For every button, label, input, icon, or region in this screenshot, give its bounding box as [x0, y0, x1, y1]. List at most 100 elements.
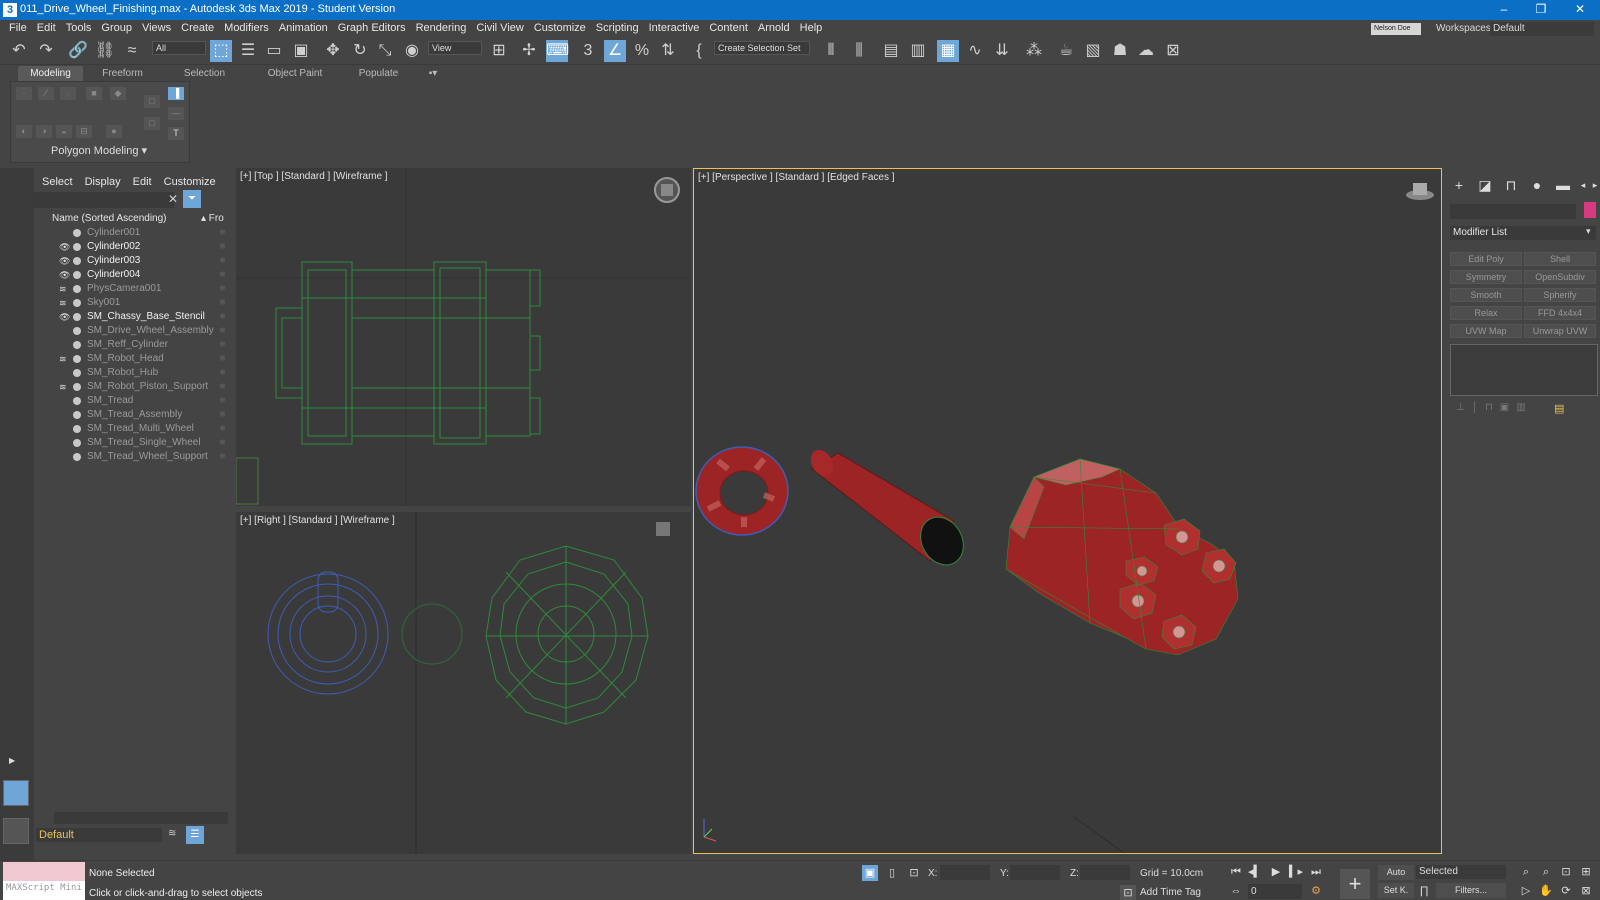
- expand-arrow-icon[interactable]: ▶: [9, 756, 21, 768]
- tab-selection[interactable]: Selection: [172, 66, 237, 81]
- y-coord-field[interactable]: [1010, 865, 1060, 880]
- object-color-swatch[interactable]: [1584, 202, 1596, 218]
- unlink-icon[interactable]: ⛓: [94, 40, 116, 62]
- viewport-top[interactable]: [+] [Top ] [Standard ] [Wireframe ]: [236, 168, 691, 506]
- select-object-icon[interactable]: ⬚: [210, 40, 232, 62]
- freeze-toggle-icon[interactable]: ❄: [219, 450, 226, 464]
- modify-tab-icon[interactable]: ◪: [1476, 176, 1494, 194]
- ribbon-layout-icon[interactable]: —: [167, 106, 185, 121]
- ribbon-pin-icon[interactable]: ▐: [167, 86, 185, 101]
- visibility-toggle-icon[interactable]: 👁: [59, 310, 71, 324]
- horizontal-scrollbar[interactable]: [54, 812, 228, 824]
- column-header[interactable]: Name (Sorted Ascending) ▴ Fro: [52, 213, 230, 226]
- element-icon[interactable]: ◆: [109, 86, 127, 101]
- visibility-toggle-icon[interactable]: ≋: [59, 282, 71, 296]
- scroll-right-icon[interactable]: ▸: [1586, 176, 1600, 194]
- freeze-toggle-icon[interactable]: ❄: [219, 296, 226, 310]
- menu-modifiers[interactable]: Modifiers: [219, 20, 274, 34]
- freeze-toggle-icon[interactable]: ❄: [219, 436, 226, 450]
- menu-file[interactable]: File: [4, 20, 32, 34]
- percent-snap-icon[interactable]: %: [631, 40, 653, 62]
- tab-freeform[interactable]: Freeform: [90, 66, 155, 81]
- render-setup-icon[interactable]: ☕: [1055, 40, 1077, 62]
- modify-mode-icon[interactable]: ◐: [15, 124, 33, 139]
- hierarchy-tab-icon[interactable]: ⊓: [1502, 176, 1520, 194]
- freeze-toggle-icon[interactable]: ❄: [219, 324, 226, 338]
- keyboard-shortcut-icon[interactable]: ⌨: [546, 40, 569, 62]
- scene-object-row[interactable]: Cylinder001 ❄: [54, 226, 230, 240]
- menu-help[interactable]: Help: [795, 20, 828, 34]
- menu-animation[interactable]: Animation: [274, 20, 333, 34]
- scene-object-row[interactable]: 👁 Cylinder004 ❄: [54, 268, 230, 282]
- orbit-icon[interactable]: ⟳: [1558, 883, 1574, 899]
- modifier-list-dropdown[interactable]: Modifier List: [1450, 226, 1596, 240]
- visibility-toggle-icon[interactable]: ≋: [59, 296, 71, 310]
- selection-filter-dropdown[interactable]: All: [152, 41, 206, 55]
- scene-object-row[interactable]: ≋ SM_Robot_Head ❄: [54, 352, 230, 366]
- display-tab-icon[interactable]: ▬: [1554, 176, 1572, 194]
- scene-object-row[interactable]: SM_Tread_Multi_Wheel ❄: [54, 422, 230, 436]
- border-icon[interactable]: ◌: [59, 86, 77, 101]
- frozen-column-header[interactable]: ▴ Fro: [201, 213, 224, 224]
- modifier-unwrap-uvw-button[interactable]: Unwrap UVW: [1524, 324, 1596, 338]
- scene-object-row[interactable]: SM_Tread_Single_Wheel ❄: [54, 436, 230, 450]
- menu-edit[interactable]: Edit: [32, 20, 61, 34]
- freeze-toggle-icon[interactable]: ❄: [219, 338, 226, 352]
- select-scale-icon[interactable]: ⤡: [374, 40, 396, 62]
- menu-tools[interactable]: Tools: [61, 20, 97, 34]
- window-crossing-icon[interactable]: ▣: [290, 40, 312, 62]
- scene-object-row[interactable]: 👁 Cylinder002 ❄: [54, 240, 230, 254]
- menu-content[interactable]: Content: [704, 20, 753, 34]
- next-frame-icon[interactable]: ▍▸: [1288, 864, 1304, 880]
- restore-button[interactable]: ❐: [1531, 2, 1551, 16]
- se-menu-customize[interactable]: Customize: [164, 176, 216, 188]
- sort-by-layer-icon[interactable]: ☰: [186, 826, 204, 844]
- pan-view-icon[interactable]: ✋: [1538, 883, 1554, 899]
- key-filters-button[interactable]: Filters...: [1436, 883, 1506, 898]
- freeze-toggle-icon[interactable]: ❄: [219, 352, 226, 366]
- absolute-mode-icon[interactable]: ⊡: [906, 865, 922, 881]
- scene-object-row[interactable]: SM_Tread ❄: [54, 394, 230, 408]
- named-selection-set-dropdown[interactable]: Create Selection Set: [714, 41, 810, 55]
- render-cloud-icon[interactable]: ☁: [1135, 40, 1157, 62]
- name-column-header[interactable]: Name (Sorted Ascending): [52, 213, 167, 224]
- auto-key-button[interactable]: Auto: [1378, 865, 1414, 880]
- freeze-toggle-icon[interactable]: ❄: [219, 310, 226, 324]
- freeze-toggle-icon[interactable]: ❄: [219, 394, 226, 408]
- time-config-icon[interactable]: ⚙: [1308, 883, 1324, 899]
- material-editor-icon[interactable]: ⁂: [1023, 40, 1045, 62]
- key-filter-select[interactable]: Selected: [1416, 865, 1506, 879]
- freeze-toggle-icon[interactable]: ❄: [219, 282, 226, 296]
- schematic-view-icon[interactable]: ⇊: [991, 40, 1013, 62]
- menu-graph-editors[interactable]: Graph Editors: [333, 20, 411, 34]
- selection-lock-icon[interactable]: ▯: [884, 865, 900, 881]
- menu-group[interactable]: Group: [96, 20, 137, 34]
- scene-object-row[interactable]: 👁 SM_Chassy_Base_Stencil ❄: [54, 310, 230, 324]
- spinner-snap-icon[interactable]: ⇅: [657, 40, 679, 62]
- bind-space-warp-icon[interactable]: ≈: [121, 40, 143, 62]
- se-menu-display[interactable]: Display: [85, 176, 121, 188]
- current-frame-field[interactable]: 0: [1248, 884, 1302, 899]
- close-button[interactable]: ✕: [1570, 2, 1590, 16]
- visibility-toggle-icon[interactable]: ≋: [59, 352, 71, 366]
- undo-icon[interactable]: ↶: [8, 40, 30, 62]
- rectangular-selection-icon[interactable]: ▭: [263, 40, 285, 62]
- play-icon[interactable]: ▶: [1268, 864, 1284, 880]
- previous-frame-icon[interactable]: ◂▍: [1247, 864, 1263, 880]
- freeze-toggle-icon[interactable]: ❄: [219, 380, 226, 394]
- select-move-icon[interactable]: ✥: [322, 40, 344, 62]
- viewport-perspective[interactable]: [+] [Perspective ] [Standard ] [Edged Fa…: [693, 168, 1442, 854]
- x-coord-field[interactable]: [940, 865, 990, 880]
- set-key-button[interactable]: Set K.: [1378, 883, 1414, 898]
- polygon-modeling-label[interactable]: Polygon Modeling ▾: [51, 144, 147, 157]
- freeze-toggle-icon[interactable]: ❄: [219, 268, 226, 282]
- ribbon-toggle-icon[interactable]: ▦: [937, 40, 959, 62]
- zoom-extents-all-icon[interactable]: ⊞: [1578, 864, 1594, 880]
- link-icon[interactable]: 🔗: [67, 40, 89, 62]
- maxscript-listener[interactable]: MAXScript Mini: [3, 862, 85, 900]
- scene-object-row[interactable]: ≋ SM_Robot_Piston_Support ❄: [54, 380, 230, 394]
- z-coord-field[interactable]: [1080, 865, 1130, 880]
- show-end-result-icon[interactable]: □: [143, 94, 161, 109]
- se-menu-select[interactable]: Select: [42, 176, 73, 188]
- layer-stack-icon[interactable]: ≋: [168, 828, 182, 842]
